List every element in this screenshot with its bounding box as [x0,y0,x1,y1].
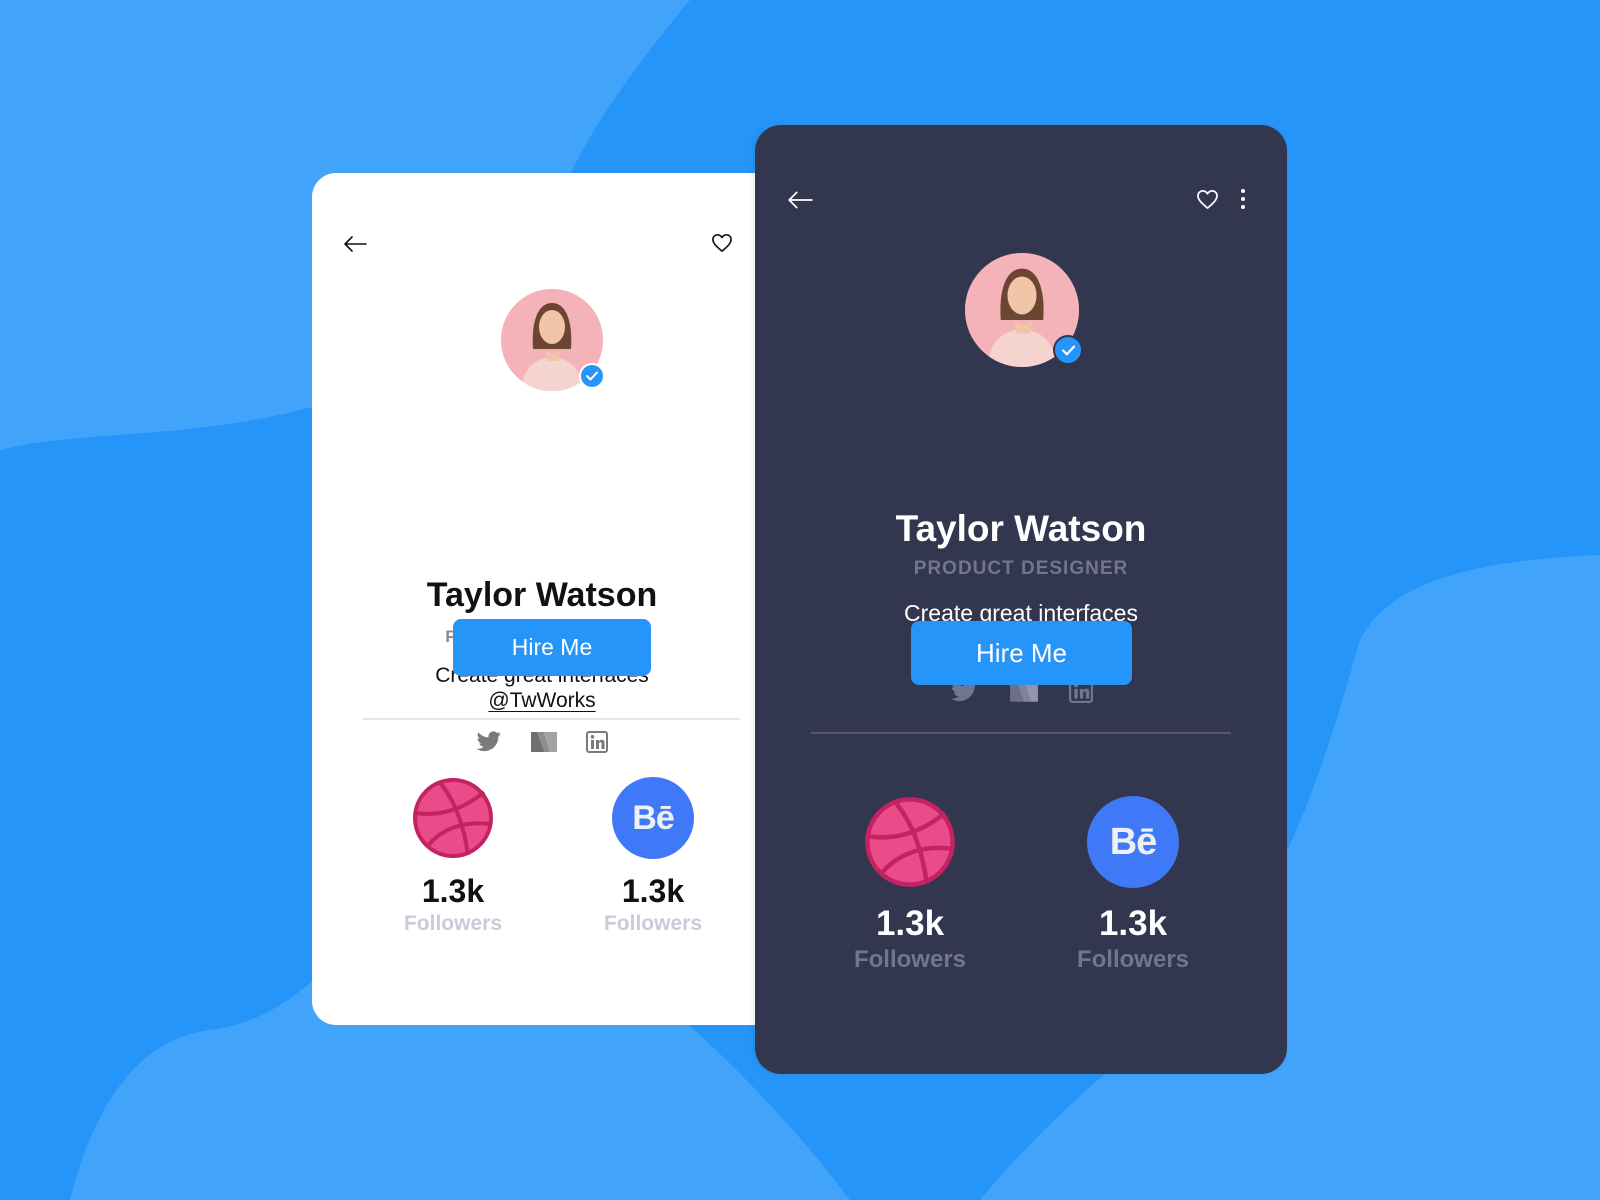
medium-icon [531,732,557,752]
more-options-button[interactable] [1233,185,1253,213]
follower-count: 1.3k [421,873,485,909]
dribbble-logo[interactable] [864,796,956,888]
more-vertical-icon [1241,189,1245,209]
follower-label: Followers [853,946,967,973]
section-divider [811,732,1231,734]
follower-count: 1.3k [875,904,945,943]
section-divider [363,718,740,720]
follower-label: Followers [403,912,503,935]
follower-label: Followers [1076,946,1190,973]
back-button[interactable] [340,231,370,257]
follower-count: 1.3k [1098,904,1168,943]
avatar[interactable] [501,289,605,391]
stat-dribbble: 1.3k Followers [392,777,514,936]
behance-logo[interactable]: Bē [612,777,694,859]
favorite-button[interactable] [706,229,738,257]
profile-name: Taylor Watson [895,508,1147,549]
checkmark-icon [1061,345,1075,355]
profile-card-dark: Taylor Watson PRODUCT DESIGNER Create gr… [755,125,1287,1074]
twitter-icon [476,731,501,752]
arrow-left-icon [344,236,367,252]
arrow-left-icon [788,191,813,209]
medium-link[interactable] [530,731,558,753]
avatar[interactable] [965,253,1083,367]
verified-badge [1053,335,1083,365]
twitter-link[interactable] [476,731,502,753]
checkmark-icon [586,371,598,381]
follower-count: 1.3k [621,873,685,909]
dribbble-logo[interactable] [412,777,494,859]
back-button[interactable] [785,187,815,213]
heart-icon [1196,189,1218,209]
social-links [312,731,772,753]
hire-me-button[interactable]: Hire Me [453,619,651,676]
profile-card-light: Taylor Watson PRODUCT DESIGNER Create gr… [312,173,772,1025]
stat-behance: Bē 1.3k Followers [1066,796,1200,974]
profile-name: Taylor Watson [426,576,658,614]
dribbble-icon [413,778,493,858]
stat-behance: Bē 1.3k Followers [592,777,714,936]
linkedin-icon [586,731,608,753]
dribbble-icon [865,797,955,887]
profile-handle-link[interactable]: @TwWorks [488,689,595,712]
profile-role: PRODUCT DESIGNER [913,558,1129,579]
heart-icon [712,234,732,252]
hire-me-button[interactable]: Hire Me [911,621,1132,685]
linkedin-link[interactable] [586,731,608,753]
follower-label: Followers [603,912,703,935]
stat-dribbble: 1.3k Followers [843,796,977,974]
verified-badge [579,363,605,389]
behance-icon: Bē [1109,820,1158,863]
behance-icon: Bē [632,798,674,837]
behance-logo[interactable]: Bē [1087,796,1179,888]
favorite-button[interactable] [1191,185,1223,213]
